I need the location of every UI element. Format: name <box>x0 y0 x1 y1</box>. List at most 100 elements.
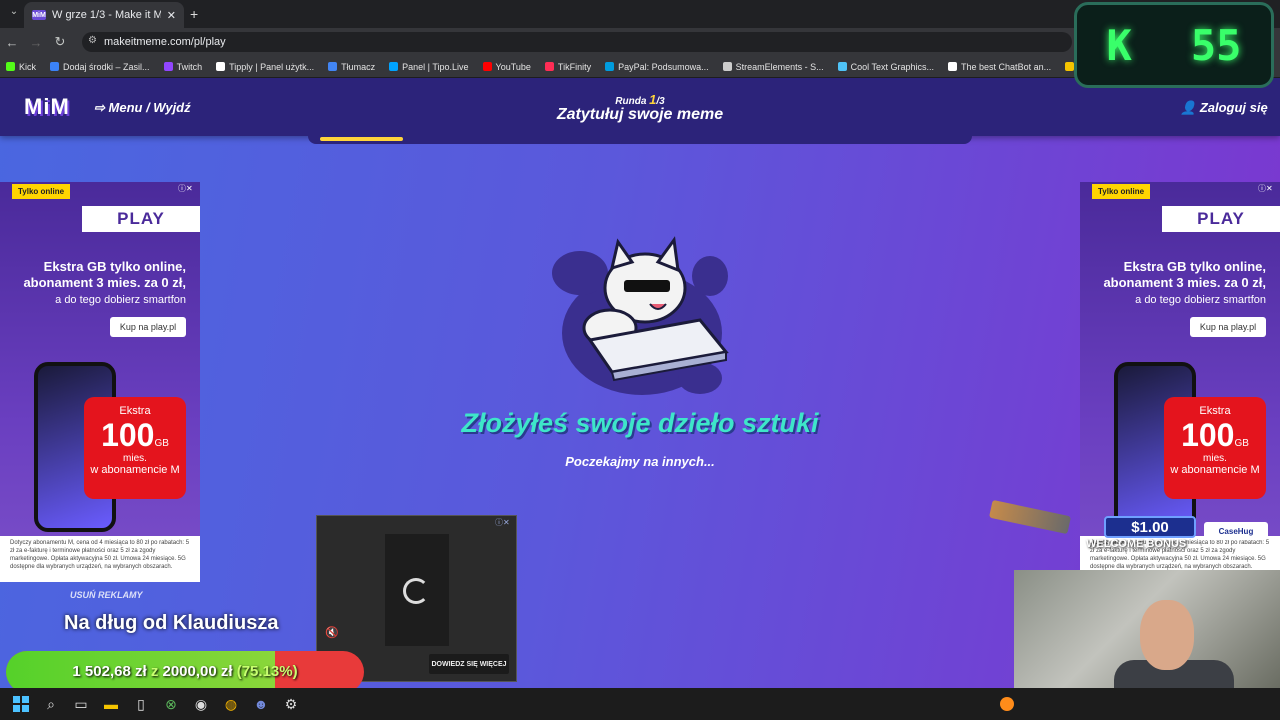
bookmark-favicon-icon <box>605 62 615 71</box>
cat-keyboard-illustration <box>552 236 729 395</box>
file-explorer-icon[interactable]: ▬ <box>100 693 122 715</box>
bookmark-item[interactable]: TikFinity <box>544 61 592 72</box>
ad-headline: Ekstra GB tylko online, abonament 3 mies… <box>8 259 186 291</box>
ad-banner-left[interactable]: Tylko online ⓘ✕ PLAY Ekstra GB tylko onl… <box>0 182 200 582</box>
bookmark-item[interactable]: StreamElements - S... <box>722 61 824 72</box>
promo-overlay: $1.00 WELCOME BONUS CaseHug <box>986 499 1278 570</box>
login-button[interactable]: 👤 Zaloguj się <box>1180 100 1268 116</box>
goal-target: 2000,00 zł <box>162 663 233 680</box>
bookmark-item[interactable]: PayPal: Podsumowa... <box>605 62 709 72</box>
bookmark-label: YouTube <box>495 61 531 72</box>
tab-list-chevron-icon[interactable]: ⌄ <box>2 6 26 17</box>
bookmark-label: Panel | Tipo.Live <box>402 61 469 72</box>
new-tab-icon[interactable]: + <box>190 6 198 22</box>
donation-goal-text: 1 502,68 zł z 2000,00 zł (75.13%) <box>6 663 364 680</box>
os-taskbar: ⌕ ▭ ▬ ▯ ⊗ ◉ ◍ ☻ ⚙ <box>0 688 1280 720</box>
address-bar[interactable]: ⚙ makeitmeme.com/pl/play <box>82 32 1072 52</box>
ad-subline: a do tego dobierz smartfon <box>55 294 186 306</box>
counter-letter: K <box>1106 20 1132 70</box>
bookmark-label: The best ChatBot an... <box>961 61 1052 72</box>
bookmark-label: Dodaj środki – Zasil... <box>63 61 150 72</box>
browser-tab[interactable]: MiM W grze 1/3 - Make it Meme ✕ <box>24 2 184 28</box>
ad-choices-icon[interactable]: ⓘ✕ <box>495 517 510 528</box>
task-view-icon[interactable]: ▭ <box>70 693 92 715</box>
chrome-icon[interactable]: ◍ <box>220 693 242 715</box>
bookmark-label: StreamElements - S... <box>735 61 824 72</box>
promo-brand: CaseHug <box>1204 522 1268 540</box>
ad-choices-icon[interactable]: ⓘ✕ <box>1258 183 1273 194</box>
bookmark-label: TikFinity <box>557 61 592 72</box>
search-icon[interactable]: ⌕ <box>40 693 62 715</box>
notification-icon[interactable] <box>1000 697 1014 711</box>
windows-start-icon[interactable] <box>10 693 32 715</box>
ad-subline: a do tego dobierz smartfon <box>1135 294 1266 306</box>
goal-current: 1 502,68 zł <box>72 663 147 680</box>
mute-icon[interactable]: 🔇 <box>325 626 339 639</box>
tab-favicon: MiM <box>32 10 46 20</box>
round-progress-fill <box>320 137 403 141</box>
webcam-person-face <box>1140 600 1194 670</box>
bookmark-item[interactable]: YouTube <box>482 61 531 72</box>
obs-icon[interactable]: ◉ <box>190 693 212 715</box>
bookmark-item[interactable]: Tipply | Panel użytk... <box>216 62 314 72</box>
bookmark-item[interactable]: Tłumacz <box>328 62 375 72</box>
xbox-icon[interactable]: ⊗ <box>160 693 182 715</box>
replay-icon[interactable] <box>403 578 429 604</box>
submitted-heading: Złożyłeś swoje dzieło sztuki <box>461 408 819 438</box>
site-info-icon[interactable]: ⚙ <box>88 35 97 46</box>
ad-cta-button[interactable]: Kup na play.pl <box>1190 317 1266 337</box>
login-label: Zaloguj się <box>1199 100 1268 115</box>
ad-headline-line-1: Ekstra GB tylko online, <box>43 259 186 274</box>
bookmark-item[interactable]: Dodaj środki – Zasil... <box>50 62 150 72</box>
tab-title: W grze 1/3 - Make it Meme <box>52 9 161 21</box>
bookmark-label: Tłumacz <box>341 61 376 72</box>
ad-choices-icon[interactable]: ⓘ✕ <box>178 183 193 194</box>
settings-icon[interactable]: ⚙ <box>280 693 302 715</box>
round-progress-bar <box>308 136 972 144</box>
reload-icon[interactable]: ↻ <box>48 34 72 50</box>
bookmark-favicon-icon <box>1065 62 1075 71</box>
bookmark-favicon-icon <box>328 62 338 71</box>
tab-close-icon[interactable]: ✕ <box>167 9 176 22</box>
bookmark-label: Kick <box>19 61 37 72</box>
bookmark-item[interactable]: Twitch <box>163 62 202 72</box>
bookmark-favicon-icon <box>837 62 847 71</box>
stream-goal-title: Na dług od Klaudiusza <box>64 612 279 634</box>
bookmark-favicon-icon <box>722 62 732 71</box>
bookmark-item[interactable]: Panel | Tipo.Live <box>389 61 469 72</box>
ad-cta-button[interactable]: Kup na play.pl <box>110 317 186 337</box>
url-text: makeitmeme.com/pl/play <box>104 36 226 48</box>
ad-headline-line-2: abonament 3 mies. za 0 zł, <box>1103 275 1266 290</box>
bookmark-favicon-icon <box>6 62 15 71</box>
ad-headline: Ekstra GB tylko online, abonament 3 mies… <box>1088 259 1266 291</box>
promo-amount: $1.00 <box>1104 516 1196 538</box>
waiting-text: Poczekajmy na innych... <box>565 454 715 469</box>
bookmark-favicon-icon <box>389 62 399 71</box>
remove-ads-link[interactable]: USUŃ REKLAMY <box>70 590 143 600</box>
bookmark-favicon-icon <box>163 62 173 71</box>
bookmark-favicon-icon <box>544 62 554 71</box>
goal-percent: (75.13%) <box>236 663 298 680</box>
bookmark-item[interactable]: Kick <box>6 62 36 72</box>
page-title: Zatytułuj swoje meme <box>556 106 724 123</box>
user-icon: 👤 <box>1180 100 1197 115</box>
ad-brand-logo: PLAY <box>1162 206 1280 232</box>
bookmark-label: PayPal: Podsumowa... <box>618 61 709 72</box>
round-indicator: Runda 1/3 <box>0 92 1280 107</box>
bookmark-item[interactable]: Cool Text Graphics... <box>837 62 934 72</box>
ad-tag: Tylko online <box>12 184 71 199</box>
ad-headline-line-2: abonament 3 mies. za 0 zł, <box>23 275 186 290</box>
learn-more-button[interactable]: DOWIEDZ SIĘ WIĘCEJ <box>429 654 509 674</box>
ad-brand-logo: PLAY <box>82 206 200 232</box>
bookmark-label: Tipply | Panel użytk... <box>229 61 315 72</box>
notepad-icon[interactable]: ▯ <box>130 693 152 715</box>
forward-icon[interactable]: → <box>24 35 48 50</box>
promo-text: WELCOME BONUS <box>1086 538 1187 550</box>
badge-unit: GB <box>154 438 169 449</box>
donation-goal-bar: 1 502,68 zł z 2000,00 zł (75.13%) <box>6 651 364 693</box>
pistol-icon <box>989 499 1071 535</box>
bookmark-item[interactable]: The best ChatBot an... <box>948 62 1051 72</box>
back-icon[interactable]: ← <box>0 35 24 50</box>
discord-icon[interactable]: ☻ <box>250 693 272 715</box>
stream-counter-widget: K 55 <box>1074 2 1274 88</box>
